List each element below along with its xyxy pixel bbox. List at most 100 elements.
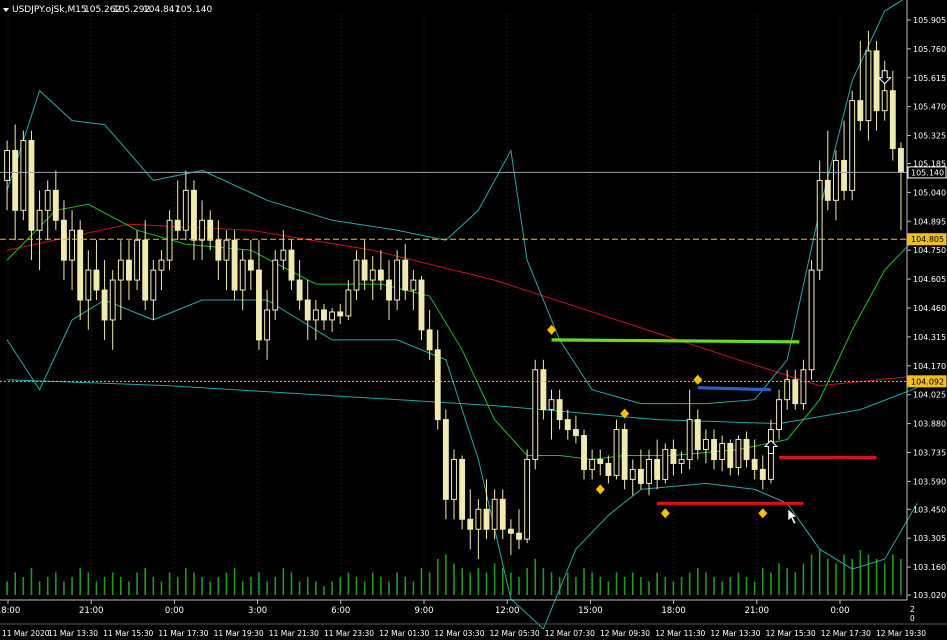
bull-candle [678, 458, 685, 464]
bull-candle [44, 189, 51, 211]
bear-candle [751, 458, 758, 470]
date-label: 11 Mar 23:30 [324, 629, 374, 638]
bull-candle [353, 259, 360, 291]
bull-candle [475, 508, 482, 530]
bull-candle [69, 229, 76, 261]
chart-background [0, 0, 947, 640]
bear-candle [694, 419, 701, 450]
bull-candle [410, 279, 417, 291]
date-label: 12 Mar 15:30 [766, 629, 816, 638]
price-tick-label: 104.315 [913, 333, 946, 342]
bear-candle [337, 311, 344, 317]
bull-candle [182, 189, 189, 231]
bull-candle [117, 259, 124, 281]
bear-candle [426, 329, 433, 351]
bear-candle [61, 219, 67, 261]
price-tick-label: 105.905 [913, 16, 946, 25]
price-tick-label: 103.880 [913, 420, 946, 429]
bull-candle [150, 269, 157, 301]
time-tick-label: 6:00 [331, 606, 350, 616]
bear-candle [556, 399, 563, 421]
time-tick-label: 0:00 [165, 606, 184, 616]
bear-candle [897, 148, 904, 173]
bear-candle [759, 468, 766, 480]
date-label: 12 Mar 13:30 [710, 629, 760, 638]
date-label: 11 Mar 2020 [2, 629, 50, 638]
bull-candle [491, 498, 498, 530]
price-tick-label: 104.460 [913, 304, 946, 313]
time-tick-label: 3:00 [248, 606, 267, 616]
bull-candle [865, 50, 872, 122]
bear-candle [386, 279, 392, 301]
price-tick-label: 103.590 [913, 477, 946, 486]
bull-candle [735, 439, 742, 468]
bull-candle [702, 439, 709, 450]
bear-candle [727, 443, 734, 468]
bull-candle [134, 239, 141, 281]
bear-candle [247, 259, 254, 271]
bear-candle [605, 462, 612, 476]
bear-candle [597, 458, 604, 464]
bull-candle [881, 90, 888, 112]
price-tick-label: 103.735 [913, 448, 946, 457]
bull-candle [451, 458, 457, 500]
date-label: 12 Mar 05:30 [490, 629, 540, 638]
bull-candle [312, 309, 319, 321]
time-tick-label: 21:00 [745, 606, 770, 616]
date-label: 12 Mar 03:30 [434, 629, 484, 638]
price-axis[interactable]: 105.905 105.760 105.615 105.470 105.325 105.1… [907, 16, 946, 600]
price-tick-label: 105.470 [913, 103, 946, 112]
date-label: 11 Mar 19:30 [214, 629, 264, 638]
time-tick-label: 0:00 [830, 606, 849, 616]
bull-candle [686, 419, 693, 460]
price-tag-label: 104.805 [911, 235, 944, 244]
bear-candle [581, 435, 587, 470]
bear-candle [231, 239, 238, 291]
bull-candle [784, 379, 791, 401]
price-tick-label: 103.450 [913, 505, 946, 514]
symbol-title: USDJPY.ojSk,M15 [12, 5, 87, 15]
bear-candle [857, 100, 864, 122]
bull-candle [589, 458, 596, 470]
bear-candle [101, 289, 108, 321]
bear-candle [654, 458, 661, 480]
date-label: 11 Mar 17:30 [158, 629, 208, 638]
bear-candle [52, 189, 59, 221]
bull-candle [280, 249, 287, 261]
bear-candle [507, 528, 514, 534]
bull-candle [646, 458, 652, 484]
bull-candle [199, 219, 206, 241]
bull-candle [109, 279, 116, 321]
bull-candle [239, 259, 246, 291]
time-tick-label: 15:00 [578, 606, 603, 616]
bull-candle [36, 209, 43, 231]
bull-candle [767, 429, 774, 480]
bear-candle [296, 279, 303, 301]
bull-candle [4, 150, 11, 181]
time-tick-label: 18:00 [0, 606, 20, 616]
date-label: 12 Mar 17:30 [821, 629, 871, 638]
bull-candle [808, 269, 815, 371]
price-tick-label: 104.025 [913, 391, 946, 400]
bull-candle [629, 468, 636, 480]
date-label: 11 Mar 13:30 [48, 629, 98, 638]
bear-candle [743, 439, 750, 460]
bull-candle [800, 369, 807, 405]
bear-candle [12, 150, 19, 211]
bull-candle [272, 259, 279, 311]
price-tick-label: 104.750 [913, 246, 946, 255]
date-label: 11 Mar 21:30 [269, 629, 319, 638]
date-label: 12 Mar 07:30 [545, 629, 595, 638]
date-label: 12 Mar 19:30 [876, 629, 926, 638]
bull-candle [776, 399, 782, 431]
bottom-right-label-2: 0 [910, 614, 915, 623]
price-chart[interactable]: 105.905 105.760 105.615 105.470 105.325 105.1… [0, 0, 947, 640]
price-tick-label: 105.040 [913, 188, 946, 197]
bear-candle [93, 269, 100, 291]
bear-candle [361, 259, 368, 281]
bull-candle [532, 369, 539, 460]
bear-candle [841, 159, 847, 191]
bull-candle [662, 448, 669, 480]
bear-candle [402, 259, 409, 291]
ohlc-close: 105.140 [175, 5, 212, 15]
